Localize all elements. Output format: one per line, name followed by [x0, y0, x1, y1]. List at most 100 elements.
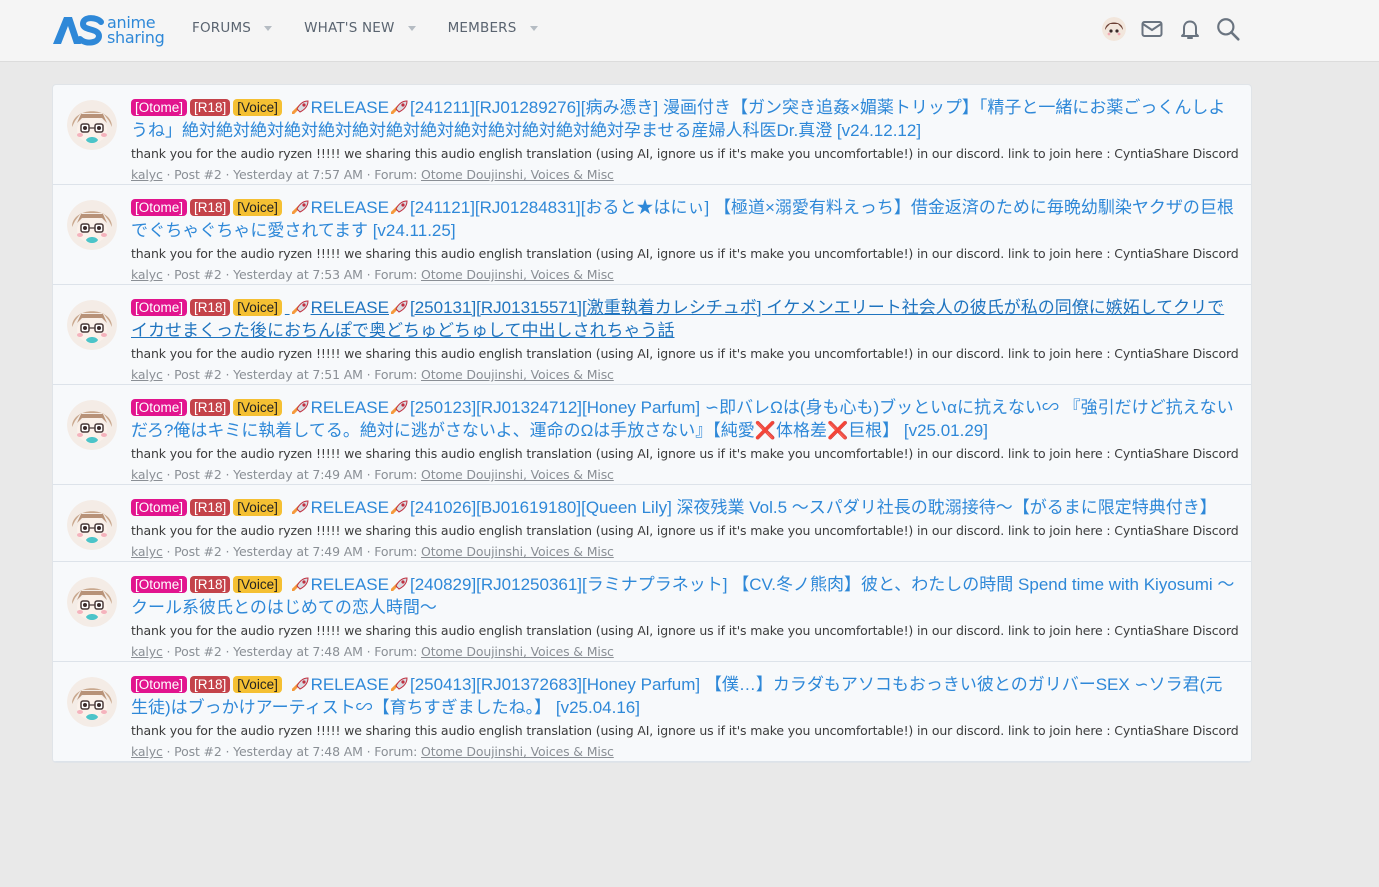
meta-separator: ·	[362, 744, 375, 759]
author-link[interactable]: kalyc	[131, 744, 163, 759]
tag-otome[interactable]: [Otome]	[131, 399, 188, 416]
meta-separator: ·	[162, 267, 175, 282]
tag-r18[interactable]: [R18]	[190, 576, 231, 593]
meta-separator: ·	[221, 267, 234, 282]
logo-line-2: sharing	[107, 28, 165, 47]
tag-otome[interactable]: [Otome]	[131, 676, 188, 693]
nav-members[interactable]: MEMBERS	[448, 20, 538, 36]
main-nav: FORUMS WHAT'S NEW MEMBERS	[192, 20, 570, 36]
result-title-link[interactable]: [Otome] [R18] [Voice] RELEASE [250123][RJ0…	[131, 396, 1237, 442]
post-time: Yesterday at 7:48 AM	[233, 744, 363, 759]
rocket-icon	[291, 577, 309, 591]
tag-r18[interactable]: [R18]	[190, 199, 231, 216]
result-item: [Otome] [R18] [Voice] RELEASE [241026][BJ0…	[53, 485, 1251, 562]
nav-whats-new[interactable]: WHAT'S NEW	[304, 20, 416, 36]
search-button[interactable]	[1215, 16, 1241, 42]
tag-otome[interactable]: [Otome]	[131, 99, 188, 116]
author-link[interactable]: kalyc	[131, 467, 163, 482]
tag-r18[interactable]: [R18]	[190, 299, 231, 316]
result-title-link[interactable]: [Otome] [R18] [Voice] RELEASE [240829][RJ0…	[131, 573, 1237, 619]
result-title-link[interactable]: [Otome] [R18] [Voice] RELEASE [241211][RJ0…	[131, 96, 1237, 142]
author-link[interactable]: kalyc	[131, 167, 163, 182]
result-title-link[interactable]: [Otome] [R18] [Voice] RELEASE [241026][BJ0…	[131, 496, 1237, 519]
meta-separator: ·	[221, 544, 234, 559]
tag-voice[interactable]: [Voice]	[233, 399, 282, 416]
user-avatar-icon	[67, 577, 117, 627]
chevron-down-icon[interactable]	[407, 25, 416, 31]
user-avatar-icon	[67, 677, 117, 727]
tag-otome[interactable]: [Otome]	[131, 499, 188, 516]
rocket-icon	[391, 300, 408, 314]
result-meta: kalyc · Post #2 · Yesterday at 7:49 AM ·…	[131, 543, 1237, 561]
tag-r18[interactable]: [R18]	[190, 499, 231, 516]
tag-voice[interactable]: [Voice]	[233, 576, 282, 593]
tag-otome[interactable]: [Otome]	[131, 576, 188, 593]
rocket-icon	[391, 677, 408, 691]
result-title-link[interactable]: [Otome] [R18] [Voice] RELEASE [250131][RJ0…	[131, 296, 1237, 342]
inbox-button[interactable]	[1139, 16, 1165, 42]
tag-voice[interactable]: [Voice]	[233, 199, 282, 216]
rocket-icon	[391, 577, 408, 591]
meta-separator: ·	[362, 544, 375, 559]
rocket-icon	[291, 300, 309, 314]
avatar[interactable]	[67, 200, 117, 250]
tag-otome[interactable]: [Otome]	[131, 199, 188, 216]
avatar[interactable]	[67, 577, 117, 627]
tag-otome[interactable]: [Otome]	[131, 299, 188, 316]
tag-r18[interactable]: [R18]	[190, 399, 231, 416]
result-meta: kalyc · Post #2 · Yesterday at 7:48 AM ·…	[131, 643, 1237, 661]
user-avatar-icon	[67, 300, 117, 350]
user-avatar-icon	[67, 400, 117, 450]
alerts-button[interactable]	[1177, 16, 1203, 42]
author-link[interactable]: kalyc	[131, 367, 163, 382]
forum-link[interactable]: Otome Doujinshi, Voices & Misc	[421, 167, 614, 182]
forum-link[interactable]: Otome Doujinshi, Voices & Misc	[421, 367, 614, 382]
account-button[interactable]	[1101, 16, 1127, 42]
rocket-icon	[291, 100, 309, 114]
chevron-down-icon[interactable]	[529, 25, 538, 31]
tag-voice[interactable]: [Voice]	[233, 676, 282, 693]
site-logo[interactable]: anime sharing	[50, 10, 165, 50]
avatar[interactable]	[67, 100, 117, 150]
tag-voice[interactable]: [Voice]	[233, 499, 282, 516]
author-link[interactable]: kalyc	[131, 544, 163, 559]
result-item: [Otome] [R18] [Voice] RELEASE [240829][RJ0…	[53, 562, 1251, 662]
result-item: [Otome] [R18] [Voice] RELEASE [241121][RJ0…	[53, 185, 1251, 285]
forum-link[interactable]: Otome Doujinshi, Voices & Misc	[421, 644, 614, 659]
avatar[interactable]	[67, 677, 117, 727]
post-number: Post #2	[174, 644, 222, 659]
avatar[interactable]	[67, 500, 117, 550]
tag-r18[interactable]: [R18]	[190, 99, 231, 116]
author-link[interactable]: kalyc	[131, 267, 163, 282]
forum-link[interactable]: Otome Doujinshi, Voices & Misc	[421, 467, 614, 482]
forum-link[interactable]: Otome Doujinshi, Voices & Misc	[421, 544, 614, 559]
tag-r18[interactable]: [R18]	[190, 676, 231, 693]
forum-link[interactable]: Otome Doujinshi, Voices & Misc	[421, 744, 614, 759]
result-snippet: thank you for the audio ryzen !!!!! we s…	[131, 246, 1239, 261]
release-label: RELEASE	[310, 575, 389, 594]
forum-link[interactable]: Otome Doujinshi, Voices & Misc	[421, 267, 614, 282]
tag-voice[interactable]: [Voice]	[233, 99, 282, 116]
result-title-link[interactable]: [Otome] [R18] [Voice] RELEASE [241121][RJ0…	[131, 196, 1237, 242]
result-title-link[interactable]: [Otome] [R18] [Voice] RELEASE [250413][RJ0…	[131, 673, 1237, 719]
user-avatar-icon	[1102, 17, 1126, 41]
search-icon	[1217, 18, 1240, 41]
tag-voice[interactable]: [Voice]	[233, 299, 282, 316]
author-link[interactable]: kalyc	[131, 644, 163, 659]
meta-separator: ·	[362, 167, 375, 182]
forum-label: Forum:	[374, 367, 418, 382]
post-time: Yesterday at 7:51 AM	[233, 367, 363, 382]
avatar[interactable]	[67, 400, 117, 450]
release-label: RELEASE	[310, 675, 389, 694]
result-item: [Otome] [R18] [Voice] RELEASE [250131][RJ0…	[53, 285, 1251, 385]
result-item: [Otome] [R18] [Voice] RELEASE [241211][RJ0…	[53, 85, 1251, 185]
nav-forums[interactable]: FORUMS	[192, 20, 273, 36]
rocket-icon	[291, 677, 309, 691]
chevron-down-icon[interactable]	[264, 25, 273, 31]
avatar[interactable]	[67, 300, 117, 350]
nav-members-label: MEMBERS	[447, 20, 517, 36]
forum-label: Forum:	[374, 467, 418, 482]
release-label: RELEASE	[310, 98, 389, 117]
meta-separator: ·	[162, 644, 175, 659]
meta-separator: ·	[362, 267, 375, 282]
